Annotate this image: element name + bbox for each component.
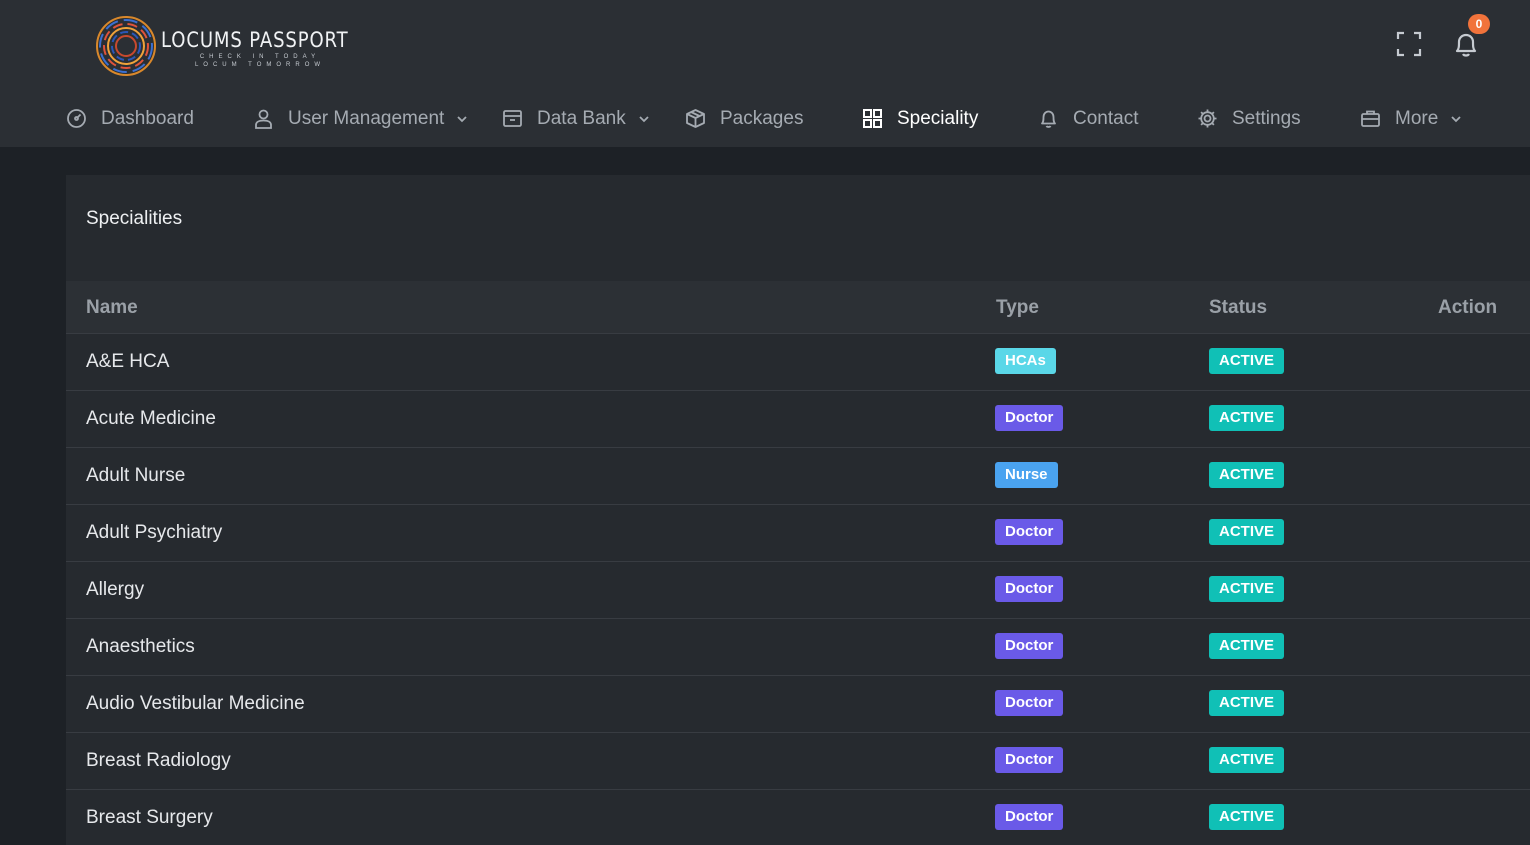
column-header-type[interactable]: Type	[996, 281, 1039, 334]
briefcase-icon	[1361, 110, 1380, 127]
type-badge: Doctor	[995, 405, 1064, 431]
status-badge: ACTIVE	[1209, 633, 1285, 659]
status-badge: ACTIVE	[1209, 405, 1285, 431]
table-row[interactable]: Breast Surgery Doctor ACTIVE	[66, 790, 1530, 845]
nav-item-dashboard[interactable]: Dashboard	[66, 90, 194, 147]
top-header: LOCUMS PASSPORT CHECK IN TODAY LOCUM TOM…	[0, 0, 1530, 90]
column-header-status[interactable]: Status	[1209, 281, 1267, 334]
row-name: Anaesthetics	[86, 636, 195, 657]
row-name: Audio Vestibular Medicine	[86, 693, 305, 714]
gear-icon	[1198, 109, 1217, 128]
nav-label-data-bank: Data Bank	[537, 107, 626, 129]
column-header-action: Action	[1438, 297, 1498, 318]
table-row[interactable]: A&E HCA HCAs ACTIVE	[66, 334, 1530, 391]
nav-item-speciality[interactable]: Speciality	[862, 90, 978, 147]
card-title: Specialities	[86, 208, 183, 229]
column-header-name[interactable]: Name	[86, 281, 138, 334]
row-name: Breast Surgery	[86, 807, 213, 828]
type-badge: HCAs	[995, 348, 1056, 374]
status-badge: ACTIVE	[1209, 747, 1285, 773]
table-row[interactable]: Adult Psychiatry Doctor ACTIVE	[66, 505, 1530, 562]
nav-item-data-bank[interactable]: Data Bank	[502, 90, 650, 147]
type-badge: Nurse	[995, 462, 1058, 488]
type-badge: Doctor	[995, 633, 1064, 659]
type-badge: Doctor	[995, 690, 1064, 716]
type-badge: Doctor	[995, 576, 1064, 602]
row-name: A&E HCA	[86, 351, 170, 372]
nav-label-settings: Settings	[1232, 107, 1301, 129]
nav-label-contact: Contact	[1073, 107, 1139, 129]
table-header: Name Type Status Action	[66, 281, 1530, 334]
table-row[interactable]: Adult Nurse Nurse ACTIVE	[66, 448, 1530, 505]
status-badge: ACTIVE	[1209, 804, 1285, 830]
notification-count-badge: 0	[1468, 14, 1490, 34]
table-row[interactable]: Audio Vestibular Medicine Doctor ACTIVE	[66, 676, 1530, 733]
brand-logo[interactable]: LOCUMS PASSPORT CHECK IN TODAY LOCUM TOM…	[94, 14, 374, 80]
nav-label-speciality: Speciality	[897, 107, 979, 129]
brand-tagline-line-2: LOCUM TOMORROW	[194, 62, 326, 68]
nav-item-user-management[interactable]: User Management	[253, 90, 468, 147]
status-badge: ACTIVE	[1209, 690, 1285, 716]
nav-item-packages[interactable]: Packages	[685, 90, 803, 147]
bell-icon	[1041, 110, 1056, 128]
type-badge: Doctor	[995, 519, 1064, 545]
row-name: Acute Medicine	[86, 408, 216, 429]
table-row[interactable]: Anaesthetics Doctor ACTIVE	[66, 619, 1530, 676]
status-badge: ACTIVE	[1209, 348, 1285, 374]
status-badge: ACTIVE	[1209, 462, 1285, 488]
row-name: Allergy	[86, 579, 145, 600]
user-icon	[255, 109, 272, 129]
row-name: Adult Nurse	[86, 465, 186, 486]
expand-icon	[1396, 31, 1422, 57]
table-body: A&E HCA HCAs ACTIVE Acute Medicine Docto…	[66, 334, 1530, 845]
main-nav: Dashboard User Management Data Bank Pack…	[0, 90, 1530, 147]
brand-swirl-icon	[96, 16, 156, 76]
row-name: Adult Psychiatry	[86, 522, 223, 543]
brand-tagline: CHECK IN TODAY LOCUM TOMORROW	[190, 53, 330, 69]
fullscreen-button[interactable]	[1396, 31, 1422, 57]
nav-item-more[interactable]: More	[1360, 90, 1462, 147]
status-badge: ACTIVE	[1209, 519, 1285, 545]
table-row[interactable]: Allergy Doctor ACTIVE	[66, 562, 1530, 619]
chevron-down-icon	[457, 115, 467, 122]
specialities-card: Specialities Name Type Status Action A&E…	[66, 175, 1530, 845]
grid-icon	[863, 109, 882, 128]
nav-label-packages: Packages	[720, 107, 804, 129]
nav-label-more: More	[1395, 107, 1439, 129]
table-row[interactable]: Acute Medicine Doctor ACTIVE	[66, 391, 1530, 448]
type-badge: Doctor	[995, 804, 1064, 830]
dashboard-gauge-icon	[67, 109, 86, 128]
nav-item-contact[interactable]: Contact	[1038, 90, 1138, 147]
chevron-down-icon	[639, 115, 649, 122]
archive-box-icon	[503, 110, 522, 127]
status-badge: ACTIVE	[1209, 576, 1285, 602]
brand-name: LOCUMS PASSPORT	[161, 28, 349, 52]
table-row[interactable]: Breast Radiology Doctor ACTIVE	[66, 733, 1530, 790]
row-name: Breast Radiology	[86, 750, 231, 771]
nav-item-settings[interactable]: Settings	[1197, 90, 1301, 147]
type-badge: Doctor	[995, 747, 1064, 773]
brand-tagline-line-1: CHECK IN TODAY	[199, 54, 321, 60]
nav-label-user-management: User Management	[288, 107, 445, 129]
chevron-down-icon	[1451, 115, 1461, 122]
package-icon	[686, 109, 705, 128]
nav-label-dashboard: Dashboard	[101, 107, 194, 129]
